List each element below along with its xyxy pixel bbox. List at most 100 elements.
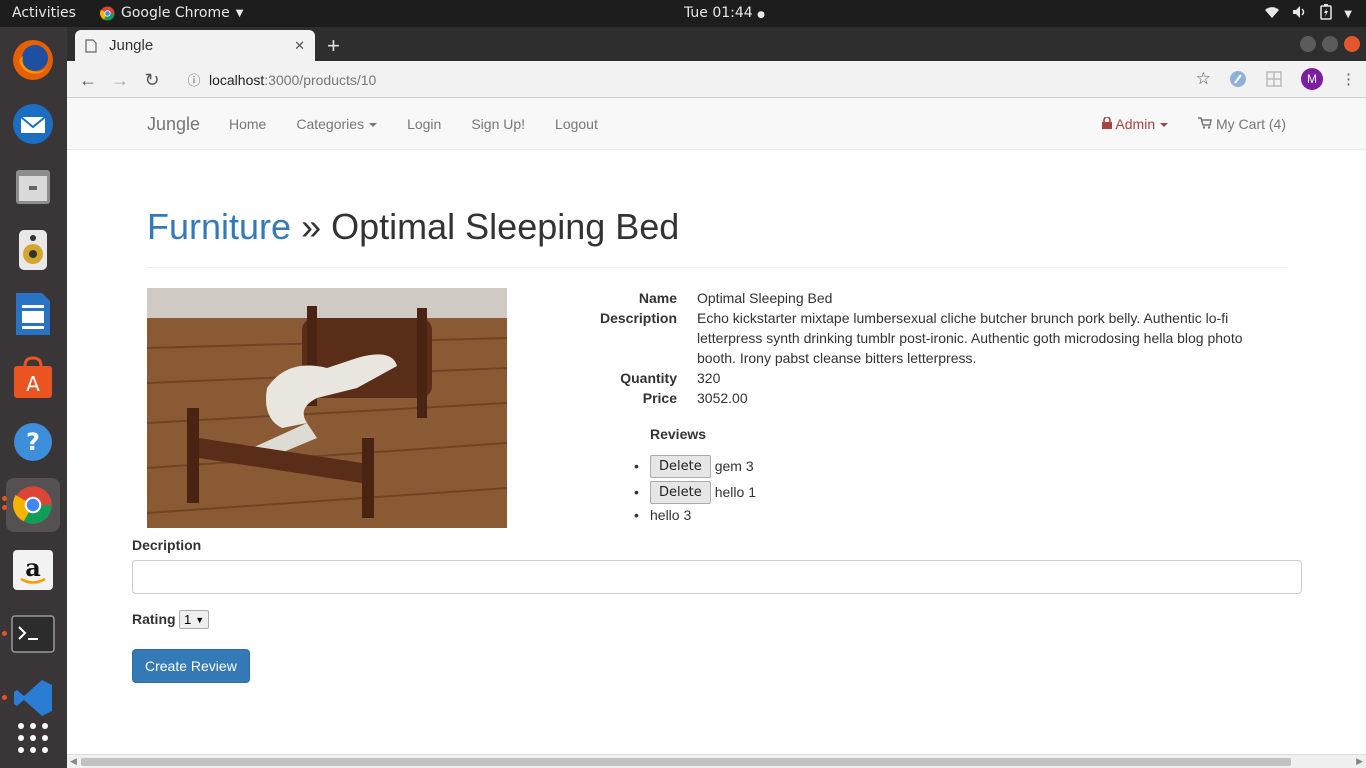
product-image <box>147 288 507 528</box>
extension-grid-icon[interactable] <box>1265 70 1283 88</box>
review-item: hello 3 <box>634 505 756 525</box>
nav-cart-label: My Cart (4) <box>1216 116 1286 132</box>
scrollbar-thumb[interactable] <box>81 758 1291 766</box>
site-navbar: Jungle Home Categories Login Sign Up! Lo… <box>67 98 1366 150</box>
nav-admin-label: Admin <box>1115 116 1156 132</box>
chevron-down-icon: ▼ <box>235 7 244 19</box>
show-applications-button[interactable] <box>6 711 60 765</box>
detail-row: Price 3052.00 <box>587 388 1267 408</box>
rating-value: 1 <box>184 612 192 627</box>
review-text: hello 3 <box>650 507 692 523</box>
rating-select[interactable]: 1 ▼ <box>179 610 210 629</box>
nav-login[interactable]: Login <box>407 116 441 132</box>
product-details: Name Optimal Sleeping Bed Description Echo… <box>587 288 1267 408</box>
detail-label: Quantity <box>620 370 677 386</box>
detail-value: Echo kickstarter mixtape lumbersexual cl… <box>697 310 1243 366</box>
description-input[interactable] <box>132 560 1302 594</box>
page-icon <box>85 38 97 53</box>
tab-title: Jungle <box>109 37 154 54</box>
clock[interactable]: Tue 01:44 ● <box>684 5 765 21</box>
nav-categories-label: Categories <box>296 116 365 132</box>
horizontal-scrollbar[interactable]: ◀ ▶ <box>67 754 1366 768</box>
url-path: :3000/products/10 <box>264 71 377 88</box>
file-cabinet-icon <box>16 170 50 204</box>
scroll-left-icon[interactable]: ◀ <box>70 756 77 767</box>
delete-review-button[interactable]: Delete <box>650 454 711 478</box>
extension-icon[interactable] <box>1229 70 1247 88</box>
dock-software[interactable]: A <box>6 351 60 405</box>
running-indicator-icon <box>2 631 7 636</box>
product-title: Optimal Sleeping Bed <box>331 206 680 247</box>
review-item: Deletehello 1 <box>634 479 756 505</box>
scroll-right-icon[interactable]: ▶ <box>1356 756 1363 767</box>
profile-avatar[interactable]: M <box>1301 68 1323 90</box>
detail-row: Description Echo kickstarter mixtape lumb… <box>587 308 1267 368</box>
nav-links: Home Categories Login Sign Up! Logout <box>229 116 598 132</box>
dock-chrome[interactable] <box>6 478 60 532</box>
dock-firefox[interactable] <box>6 33 60 87</box>
page-title: Furniture » Optimal Sleeping Bed <box>147 206 679 248</box>
amazon-icon: a <box>13 550 53 590</box>
maximize-button[interactable] <box>1322 36 1338 52</box>
running-indicator-icon <box>2 496 7 501</box>
detail-value: 320 <box>697 370 721 386</box>
nav-signup[interactable]: Sign Up! <box>471 116 525 132</box>
reload-icon[interactable]: ↻ <box>141 69 163 91</box>
wifi-icon <box>1264 5 1280 23</box>
battery-icon <box>1320 4 1333 24</box>
dock-amazon[interactable]: a <box>6 543 60 597</box>
dock-files[interactable] <box>6 160 60 214</box>
shopping-bag-icon: A <box>14 356 52 398</box>
chrome-icon <box>100 5 115 21</box>
review-text: hello 1 <box>714 484 756 500</box>
bookmark-star-icon[interactable]: ☆ <box>1196 69 1211 89</box>
running-indicator-icon <box>2 505 7 510</box>
nav-admin[interactable]: Admin <box>1102 116 1169 132</box>
breadcrumb-separator: » <box>301 206 322 247</box>
web-page: Jungle Home Categories Login Sign Up! Lo… <box>67 98 1366 754</box>
system-tray[interactable]: ▼ <box>1264 4 1352 24</box>
app-menu[interactable]: Google Chrome ▼ <box>100 5 243 21</box>
create-review-button[interactable]: Create Review <box>132 649 250 683</box>
close-window-button[interactable] <box>1344 36 1360 52</box>
back-arrow-icon[interactable]: ← <box>77 69 99 91</box>
running-indicator-icon <box>2 695 7 700</box>
nav-categories[interactable]: Categories <box>296 116 378 132</box>
dock-help[interactable]: ? <box>6 415 60 469</box>
tab-jungle[interactable]: Jungle ✕ <box>75 30 315 61</box>
svg-text:a: a <box>25 553 41 582</box>
category-link[interactable]: Furniture <box>147 206 291 247</box>
tab-strip: Jungle ✕ + <box>67 27 1366 61</box>
minimize-button[interactable] <box>1300 36 1316 52</box>
info-icon[interactable]: ⓘ <box>185 70 203 89</box>
detail-label: Description <box>599 310 677 326</box>
app-grid-icon <box>18 723 48 753</box>
close-icon[interactable]: ✕ <box>294 38 305 54</box>
nav-cart[interactable]: My Cart (4) <box>1198 116 1286 132</box>
system-top-bar: Activities Google Chrome ▼ Tue 01:44 ● ▼ <box>0 0 1366 27</box>
detail-label: Price <box>642 390 677 406</box>
more-options-icon[interactable]: ⋮ <box>1341 70 1356 88</box>
nav-right: Admin My Cart (4) <box>1102 116 1286 132</box>
svg-text:?: ? <box>26 428 40 456</box>
speaker-icon <box>19 230 47 270</box>
browser-toolbar: ← → ↻ ⓘ localhost:3000/products/10 ☆ M ⋮ <box>67 61 1366 98</box>
new-tab-button[interactable]: + <box>327 33 340 59</box>
address-bar[interactable]: ⓘ localhost:3000/products/10 <box>185 66 1245 93</box>
forward-arrow-icon[interactable]: → <box>109 69 131 91</box>
toolbar-actions: ☆ M ⋮ <box>1196 68 1356 90</box>
nav-logout[interactable]: Logout <box>555 116 598 132</box>
nav-home[interactable]: Home <box>229 116 266 132</box>
shopping-cart-icon <box>1198 117 1213 129</box>
delete-review-button[interactable]: Delete <box>650 480 711 504</box>
chevron-down-icon: ▼ <box>1344 8 1352 20</box>
dock-thunderbird[interactable] <box>6 97 60 151</box>
dock-terminal[interactable] <box>6 607 60 661</box>
reviews-list: Deletegem 3 Deletehello 1 hello 3 <box>634 453 756 525</box>
activities-button[interactable]: Activities <box>12 5 76 21</box>
caret-down-icon <box>369 123 378 128</box>
brand-link[interactable]: Jungle <box>147 114 200 135</box>
caret-down-icon <box>1160 123 1169 128</box>
dock-rhythmbox[interactable] <box>6 223 60 277</box>
dock-libreoffice-writer[interactable] <box>6 287 60 341</box>
